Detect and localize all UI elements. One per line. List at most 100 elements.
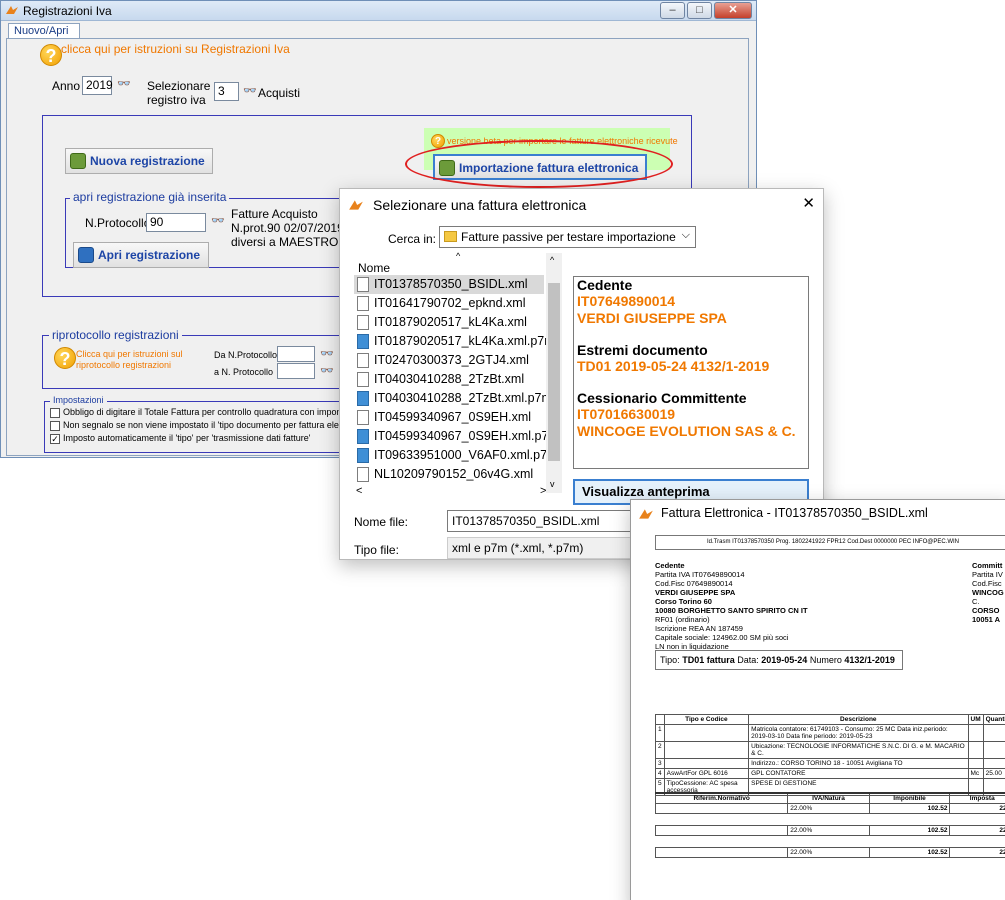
file-name: IT09633951000_V6AF0.xml.p7m xyxy=(374,448,546,462)
column-header: Riferim.Normativo xyxy=(654,792,789,804)
column-header: Imposta xyxy=(949,792,1005,804)
table-cell: 22.00% xyxy=(787,847,870,858)
tipo-label: Tipo: xyxy=(660,655,680,665)
folder-combo[interactable]: Fatture passive per testare importazione… xyxy=(439,226,696,248)
nuova-registrazione-button[interactable]: Nuova registrazione xyxy=(65,148,213,174)
a-search-icon[interactable]: 👓 xyxy=(320,365,334,377)
file-item[interactable]: IT04030410288_2TzBt.xml.p7m xyxy=(354,389,546,408)
fattura-elettronica-window: Fattura Elettronica - IT01378570350_BSID… xyxy=(630,499,1005,900)
file-item[interactable]: IT01879020517_kL4Ka.xml.p7m xyxy=(354,332,546,351)
file-item[interactable]: IT09633951000_V6AF0.xml.p7m xyxy=(354,446,546,465)
record-info-1: Fatture Acquisto xyxy=(231,207,318,221)
file-name: NL10209790152_06v4G.xml xyxy=(374,467,534,481)
file-name: IT01879020517_kL4Ka.xml xyxy=(374,315,527,329)
anno-search-icon[interactable]: 👓 xyxy=(117,78,131,90)
table-cell xyxy=(654,847,789,858)
riprot-help-icon[interactable]: ? xyxy=(54,347,76,369)
close-button[interactable]: ✕ xyxy=(714,2,752,19)
help-icon[interactable]: ? xyxy=(40,44,62,66)
table-cell xyxy=(654,803,789,814)
table-cell: Ubicazione: TECNOLOGIE INFORMATICHE S.N.… xyxy=(748,741,969,759)
da-protocollo-input[interactable] xyxy=(277,346,315,362)
anno-input[interactable]: 2019 xyxy=(82,76,113,95)
file-icon xyxy=(357,410,369,425)
tipo-file-select[interactable]: xml e p7m (*.xml, *.p7m) xyxy=(447,537,637,559)
dialog-close-button[interactable]: ✕ xyxy=(802,194,815,212)
opt1-checkbox[interactable] xyxy=(50,408,60,418)
beta-help-icon[interactable]: ? xyxy=(431,134,445,148)
file-name: IT04599340967_0S9EH.xml.p7m xyxy=(374,429,546,443)
file-item[interactable]: IT01378570350_BSIDL.xml xyxy=(354,275,544,294)
file-name: IT01879020517_kL4Ka.xml.p7m xyxy=(374,334,546,348)
data-label: Data: xyxy=(737,655,759,665)
minimize-button[interactable]: – xyxy=(660,2,685,19)
address-line: Capitale sociale: 124962.00 SM più soci xyxy=(655,633,789,642)
scroll-down-icon[interactable]: v xyxy=(550,479,555,489)
numero-label: Numero xyxy=(809,655,842,665)
registro-search-icon[interactable]: 👓 xyxy=(243,85,257,97)
apri-registrazione-button[interactable]: Apri registrazione xyxy=(73,242,209,268)
file-item[interactable]: IT01879020517_kL4Ka.xml xyxy=(354,313,544,332)
opt3-checkbox[interactable]: ✓ xyxy=(50,434,60,444)
apri-registrazione-label: Apri registrazione xyxy=(98,248,201,262)
file-list-scrollbar[interactable]: ^ v xyxy=(546,253,562,493)
address-line: WINCOG xyxy=(972,588,1004,597)
scroll-left-icon[interactable]: < xyxy=(356,485,362,497)
table-cell: 22.00% xyxy=(787,825,870,836)
app-logo-icon xyxy=(6,6,18,14)
invoice-window-title: Fattura Elettronica - IT01378570350_BSID… xyxy=(661,506,928,520)
file-item[interactable]: IT01641790702_epknd.xml xyxy=(354,294,544,313)
address-line: Partita IVA IT07649890014 xyxy=(655,570,745,579)
riprotocollo-label: riprotocollo registrazioni xyxy=(49,328,182,342)
table-cell xyxy=(663,758,750,769)
righe-header-row: Tipo e CodiceDescrizioneUMQuantità xyxy=(655,714,1005,725)
nome-file-input[interactable]: IT01378570350_BSIDL.xml xyxy=(447,510,637,532)
file-name: IT01641790702_epknd.xml xyxy=(374,296,526,310)
scroll-thumb[interactable] xyxy=(548,283,560,461)
spacer-row xyxy=(656,814,1005,826)
preview-cedente-piva: IT07649890014 xyxy=(577,293,676,309)
dialog-title: Selezionare una fattura elettronica xyxy=(373,197,587,213)
file-name: IT02470300373_2GTJ4.xml xyxy=(374,353,529,367)
riprot-help-2[interactable]: riprotocollo registrazioni xyxy=(76,360,171,370)
opt2-checkbox[interactable] xyxy=(50,421,60,431)
app-logo-icon xyxy=(639,509,653,519)
address-line: RF01 (ordinario) xyxy=(655,615,710,624)
riprot-help-1[interactable]: Clicca qui per istruzioni sul xyxy=(76,349,183,359)
scroll-up-icon[interactable]: ^ xyxy=(550,255,554,265)
file-icon xyxy=(357,296,369,311)
scroll-right-icon[interactable]: > xyxy=(540,485,546,497)
cedente-heading: Cedente xyxy=(655,561,685,570)
impostazioni-label: Impostazioni xyxy=(50,395,107,405)
protocollo-search-icon[interactable]: 👓 xyxy=(211,215,225,227)
riepilogo-header-row: Riferim.Normativo IVA/Natura Imponibile Imp… xyxy=(654,792,1005,804)
table-cell: 2 xyxy=(655,741,665,759)
file-item[interactable]: IT04599340967_0S9EH.xml xyxy=(354,408,544,427)
table-cell: GPL CONTATORE xyxy=(748,768,969,779)
registro-input[interactable]: 3 xyxy=(214,82,239,101)
address-line: VERDI GIUSEPPE SPA xyxy=(655,588,736,597)
table-cell: 25.00 xyxy=(982,768,1005,779)
file-list: IT01378570350_BSIDL.xml IT01641790702_epk… xyxy=(350,253,546,493)
column-header: IVA/Natura xyxy=(787,792,870,804)
riepilogo-table: Riferim.Normativo IVA/Natura Imponibile Imp… xyxy=(654,792,1005,870)
a-protocollo-input[interactable] xyxy=(277,363,315,379)
address-line: C. xyxy=(972,597,980,606)
a-protocollo-label: a N. Protocollo xyxy=(214,367,274,377)
data-value: 2019-05-24 xyxy=(761,655,808,665)
table-cell: 22.00% xyxy=(787,803,870,814)
protocollo-input[interactable]: 90 xyxy=(146,213,206,232)
maximize-button[interactable]: □ xyxy=(687,2,712,19)
file-item[interactable]: IT04599340967_0S9EH.xml.p7m xyxy=(354,427,546,446)
file-item[interactable]: IT02470300373_2GTJ4.xml xyxy=(354,351,544,370)
file-item[interactable]: NL10209790152_06v4G.xml xyxy=(354,465,544,484)
table-cell xyxy=(982,758,1005,769)
preview-panel: Cedente IT07649890014 VERDI GIUSEPPE SPA… xyxy=(573,276,809,469)
da-search-icon[interactable]: 👓 xyxy=(320,348,334,360)
file-name: IT04030410288_2TzBt.xml.p7m xyxy=(374,391,546,405)
tab-nuovo-apri[interactable]: Nuovo/Apri xyxy=(8,23,80,39)
file-item[interactable]: IT04030410288_2TzBt.xml xyxy=(354,370,544,389)
table-cell: AswArtFor GPL 6016 xyxy=(663,768,750,779)
table-cell xyxy=(982,724,1005,742)
help-link[interactable]: clicca qui per istruzioni su Registrazio… xyxy=(61,42,290,56)
